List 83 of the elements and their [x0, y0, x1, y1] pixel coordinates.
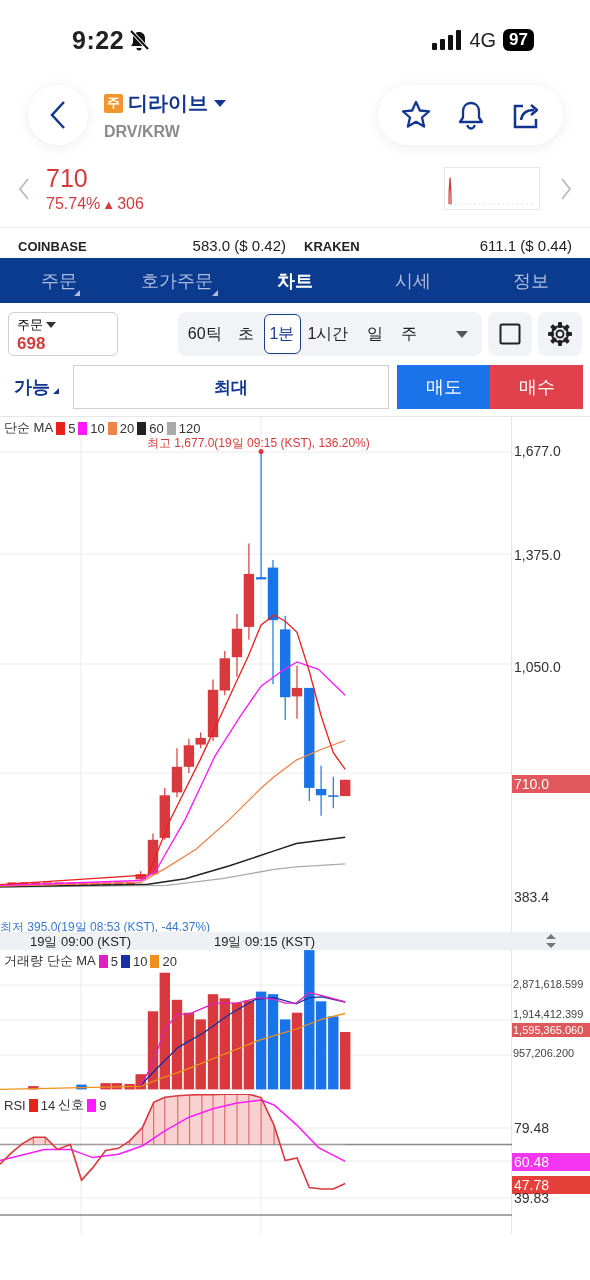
coin-selector[interactable]: 디라이브: [128, 89, 226, 117]
axis-label: 1,375.0: [514, 547, 561, 563]
legend-label: 10: [90, 420, 105, 436]
tab[interactable]: 차트: [236, 258, 354, 303]
volume-bar: [340, 1032, 351, 1090]
tab[interactable]: 정보: [472, 258, 590, 303]
settings-icon: [547, 321, 573, 347]
axis-label: 1,050.0: [514, 659, 561, 675]
volume-bar: [76, 1084, 87, 1090]
legend-label: 60: [149, 420, 164, 436]
legend-label: 단순 MA: [4, 419, 54, 437]
legend-label: 5: [110, 953, 118, 969]
tab[interactable]: 호가주문: [118, 258, 236, 303]
axis-label: 2,871,618.599: [513, 978, 584, 990]
price-tag: 47.78: [512, 1176, 590, 1194]
up-down-arrows-icon[interactable]: [546, 934, 556, 948]
clock-time: 9:22: [72, 25, 125, 55]
square-icon: [499, 323, 522, 345]
candle: [102, 882, 112, 886]
volume-bar: [280, 1019, 291, 1090]
change-percent: 75.74%: [46, 195, 101, 213]
legend-label: RSI: [4, 1097, 26, 1113]
legend-label: 120: [178, 420, 201, 436]
dropdown-caret-icon[interactable]: [456, 330, 469, 338]
legend-label: 20: [119, 420, 135, 436]
interval-option[interactable]: 1분: [263, 314, 301, 354]
time-label: 19일 09:15 (KST): [214, 933, 316, 951]
up-arrow: ▲: [102, 196, 116, 212]
sell-button[interactable]: 매도: [397, 365, 490, 409]
axis-label: 79.48: [514, 1120, 550, 1136]
network-label: 4G: [469, 28, 497, 52]
candle: [219, 650, 230, 696]
buy-button[interactable]: 매수: [490, 365, 583, 409]
interval-option[interactable]: 주: [395, 314, 424, 354]
star-icon[interactable]: [400, 100, 431, 130]
time-label: 19일 09:00 (KST): [30, 933, 132, 951]
legend-label: 거래량 단순 MA: [4, 952, 96, 970]
axis-label: 1,677.0: [514, 443, 561, 459]
interval-option[interactable]: 일: [361, 314, 390, 354]
legend-label: 20: [162, 953, 177, 969]
candle: [43, 882, 52, 886]
exchange-name: KRAKEN: [304, 239, 360, 254]
volume-bar: [195, 1019, 206, 1090]
exchange-price: 611.1 ($ 0.44): [479, 237, 572, 254]
volume-bar: [28, 1086, 39, 1090]
high-price-label: 최고 1,677.0(19일 09:15 (KST), 136.20%): [147, 435, 370, 452]
back-chevron-icon: [49, 100, 67, 130]
candle: [171, 747, 183, 798]
battery-indicator: 97: [503, 29, 534, 51]
legend-label: 14: [40, 1097, 56, 1113]
low-price-label: 최저 395.0(19일 08:53 (KST), -44.37%): [0, 919, 211, 936]
order-type-selector[interactable]: 주문 698: [8, 312, 118, 356]
tab[interactable]: 시세: [354, 258, 472, 303]
exchange-price: 583.0 ($ 0.42): [192, 237, 286, 254]
change-amount: 306: [117, 195, 144, 213]
axis-label: 1,914,412.399: [513, 1008, 584, 1020]
settings-button[interactable]: [538, 312, 582, 356]
interval-option[interactable]: 60틱: [181, 314, 228, 354]
square-button[interactable]: [488, 312, 533, 356]
candle: [19, 882, 29, 886]
quantity-field[interactable]: 최대: [73, 365, 389, 409]
signal-icon: [432, 30, 463, 50]
tab[interactable]: 주문: [0, 258, 118, 303]
legend-label: 9: [99, 1097, 107, 1113]
bell-slash-icon: [128, 29, 151, 51]
available-toggle[interactable]: 가능: [0, 374, 73, 400]
candle: [159, 787, 170, 841]
axis-label: 957,206.200: [513, 1047, 575, 1059]
current-price: 710: [46, 164, 89, 193]
axis-label: 383.4: [514, 889, 550, 905]
legend-label: 10: [132, 953, 148, 969]
price-tag: 1,595,365.060: [512, 1023, 590, 1037]
candle: [7, 882, 17, 886]
interval-option[interactable]: 초: [231, 314, 260, 354]
legend-label: 신호: [58, 1096, 85, 1114]
coin-badge: 주: [104, 93, 123, 113]
interval-option[interactable]: 1시간: [301, 314, 355, 354]
high-marker: [258, 449, 264, 455]
trading-pair: DRV/KRW: [104, 122, 181, 141]
legend-label: 5: [68, 420, 76, 436]
price-tag: 60.48: [512, 1153, 590, 1171]
price-tag: 710.0: [512, 775, 590, 793]
exchange-name: COINBASE: [18, 239, 87, 254]
